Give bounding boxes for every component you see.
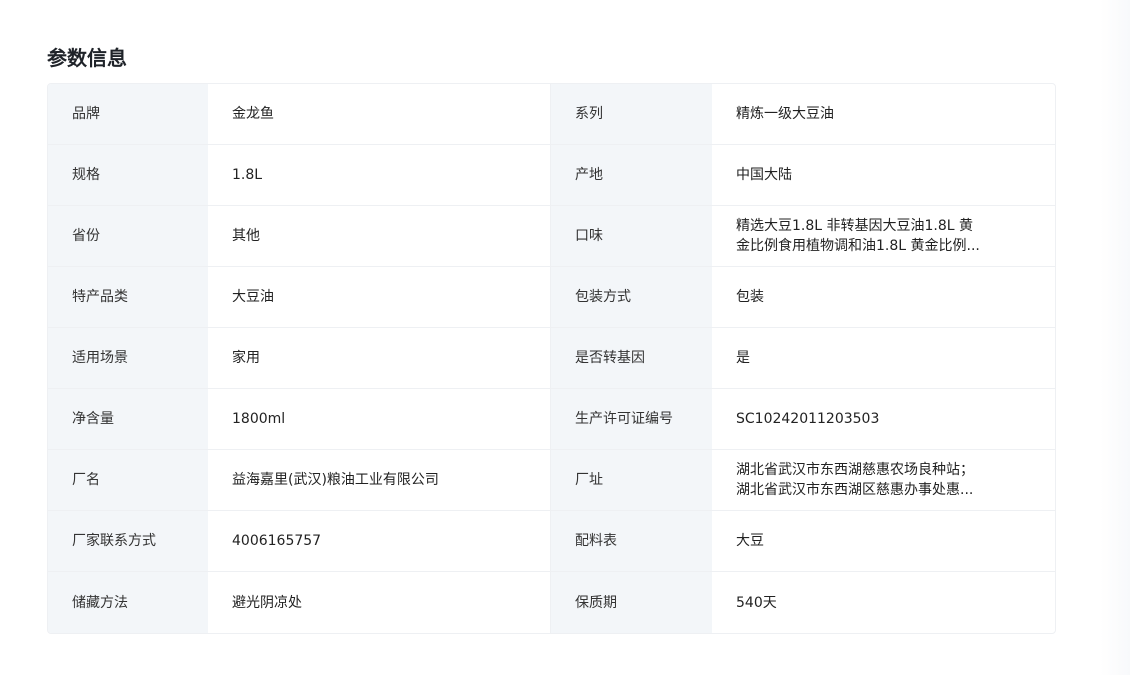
parameter-table: 品牌 金龙鱼 系列 精炼一级大豆油 规格 1.8L 产地 中国大陆 省份 其他 … [47, 83, 1056, 634]
param-label: 厂家联系方式 [48, 511, 208, 571]
param-value-address: 湖北省武汉市东西湖慈惠农场良种站；湖北省武汉市东西湖区慈惠办事处惠... [736, 462, 974, 498]
table-row: 省份 其他 口味 精选大豆1.8L 非转基因大豆油1.8L 黄金比例食用植物调和… [48, 206, 1055, 267]
section-title: 参数信息 [47, 46, 127, 70]
param-label: 储藏方法 [48, 572, 208, 633]
param-label: 适用场景 [48, 328, 208, 388]
table-row: 特产品类 大豆油 包装方式 包装 [48, 267, 1055, 328]
param-value: 1800ml [208, 389, 551, 449]
param-value: 精炼一级大豆油 [736, 106, 834, 122]
table-row: 品牌 金龙鱼 系列 精炼一级大豆油 [48, 84, 1055, 145]
param-value: 是 [736, 350, 750, 366]
param-value: 中国大陆 [736, 167, 792, 183]
param-value: 其他 [208, 206, 551, 266]
param-value: 益海嘉里(武汉)粮油工业有限公司 [208, 450, 551, 510]
param-label: 系列 [551, 84, 712, 144]
param-value: 家用 [208, 328, 551, 388]
param-label: 是否转基因 [551, 328, 712, 388]
table-row: 净含量 1800ml 生产许可证编号 SC10242011203503 [48, 389, 1055, 450]
page-edge-shade [1100, 0, 1130, 675]
product-parameters-page: 参数信息 品牌 金龙鱼 系列 精炼一级大豆油 规格 1.8L 产地 中国大陆 省… [0, 0, 1130, 675]
param-label: 特产品类 [48, 267, 208, 327]
table-row: 规格 1.8L 产地 中国大陆 [48, 145, 1055, 206]
param-value-flavor: 精选大豆1.8L 非转基因大豆油1.8L 黄金比例食用植物调和油1.8L 黄金比… [736, 218, 980, 254]
table-row: 厂名 益海嘉里(武汉)粮油工业有限公司 厂址 湖北省武汉市东西湖慈惠农场良种站；… [48, 450, 1055, 511]
param-value: 4006165757 [208, 511, 551, 571]
param-label: 品牌 [48, 84, 208, 144]
param-value: 1.8L [208, 145, 551, 205]
param-value: 大豆油 [208, 267, 551, 327]
table-row: 储藏方法 避光阴凉处 保质期 540天 [48, 572, 1055, 633]
param-label: 规格 [48, 145, 208, 205]
param-label: 包装方式 [551, 267, 712, 327]
param-value: 金龙鱼 [208, 84, 551, 144]
param-label: 省份 [48, 206, 208, 266]
param-label: 厂名 [48, 450, 208, 510]
param-label: 生产许可证编号 [551, 389, 712, 449]
param-label: 厂址 [551, 450, 712, 510]
param-value: SC10242011203503 [736, 411, 880, 427]
param-value: 避光阴凉处 [208, 572, 551, 633]
param-value: 大豆 [736, 533, 764, 549]
param-label: 产地 [551, 145, 712, 205]
param-label: 净含量 [48, 389, 208, 449]
param-label: 配料表 [551, 511, 712, 571]
table-row: 适用场景 家用 是否转基因 是 [48, 328, 1055, 389]
param-value: 540天 [736, 594, 777, 611]
param-label: 保质期 [551, 572, 712, 633]
param-value: 包装 [736, 289, 764, 305]
table-row: 厂家联系方式 4006165757 配料表 大豆 [48, 511, 1055, 572]
param-label: 口味 [551, 206, 712, 266]
